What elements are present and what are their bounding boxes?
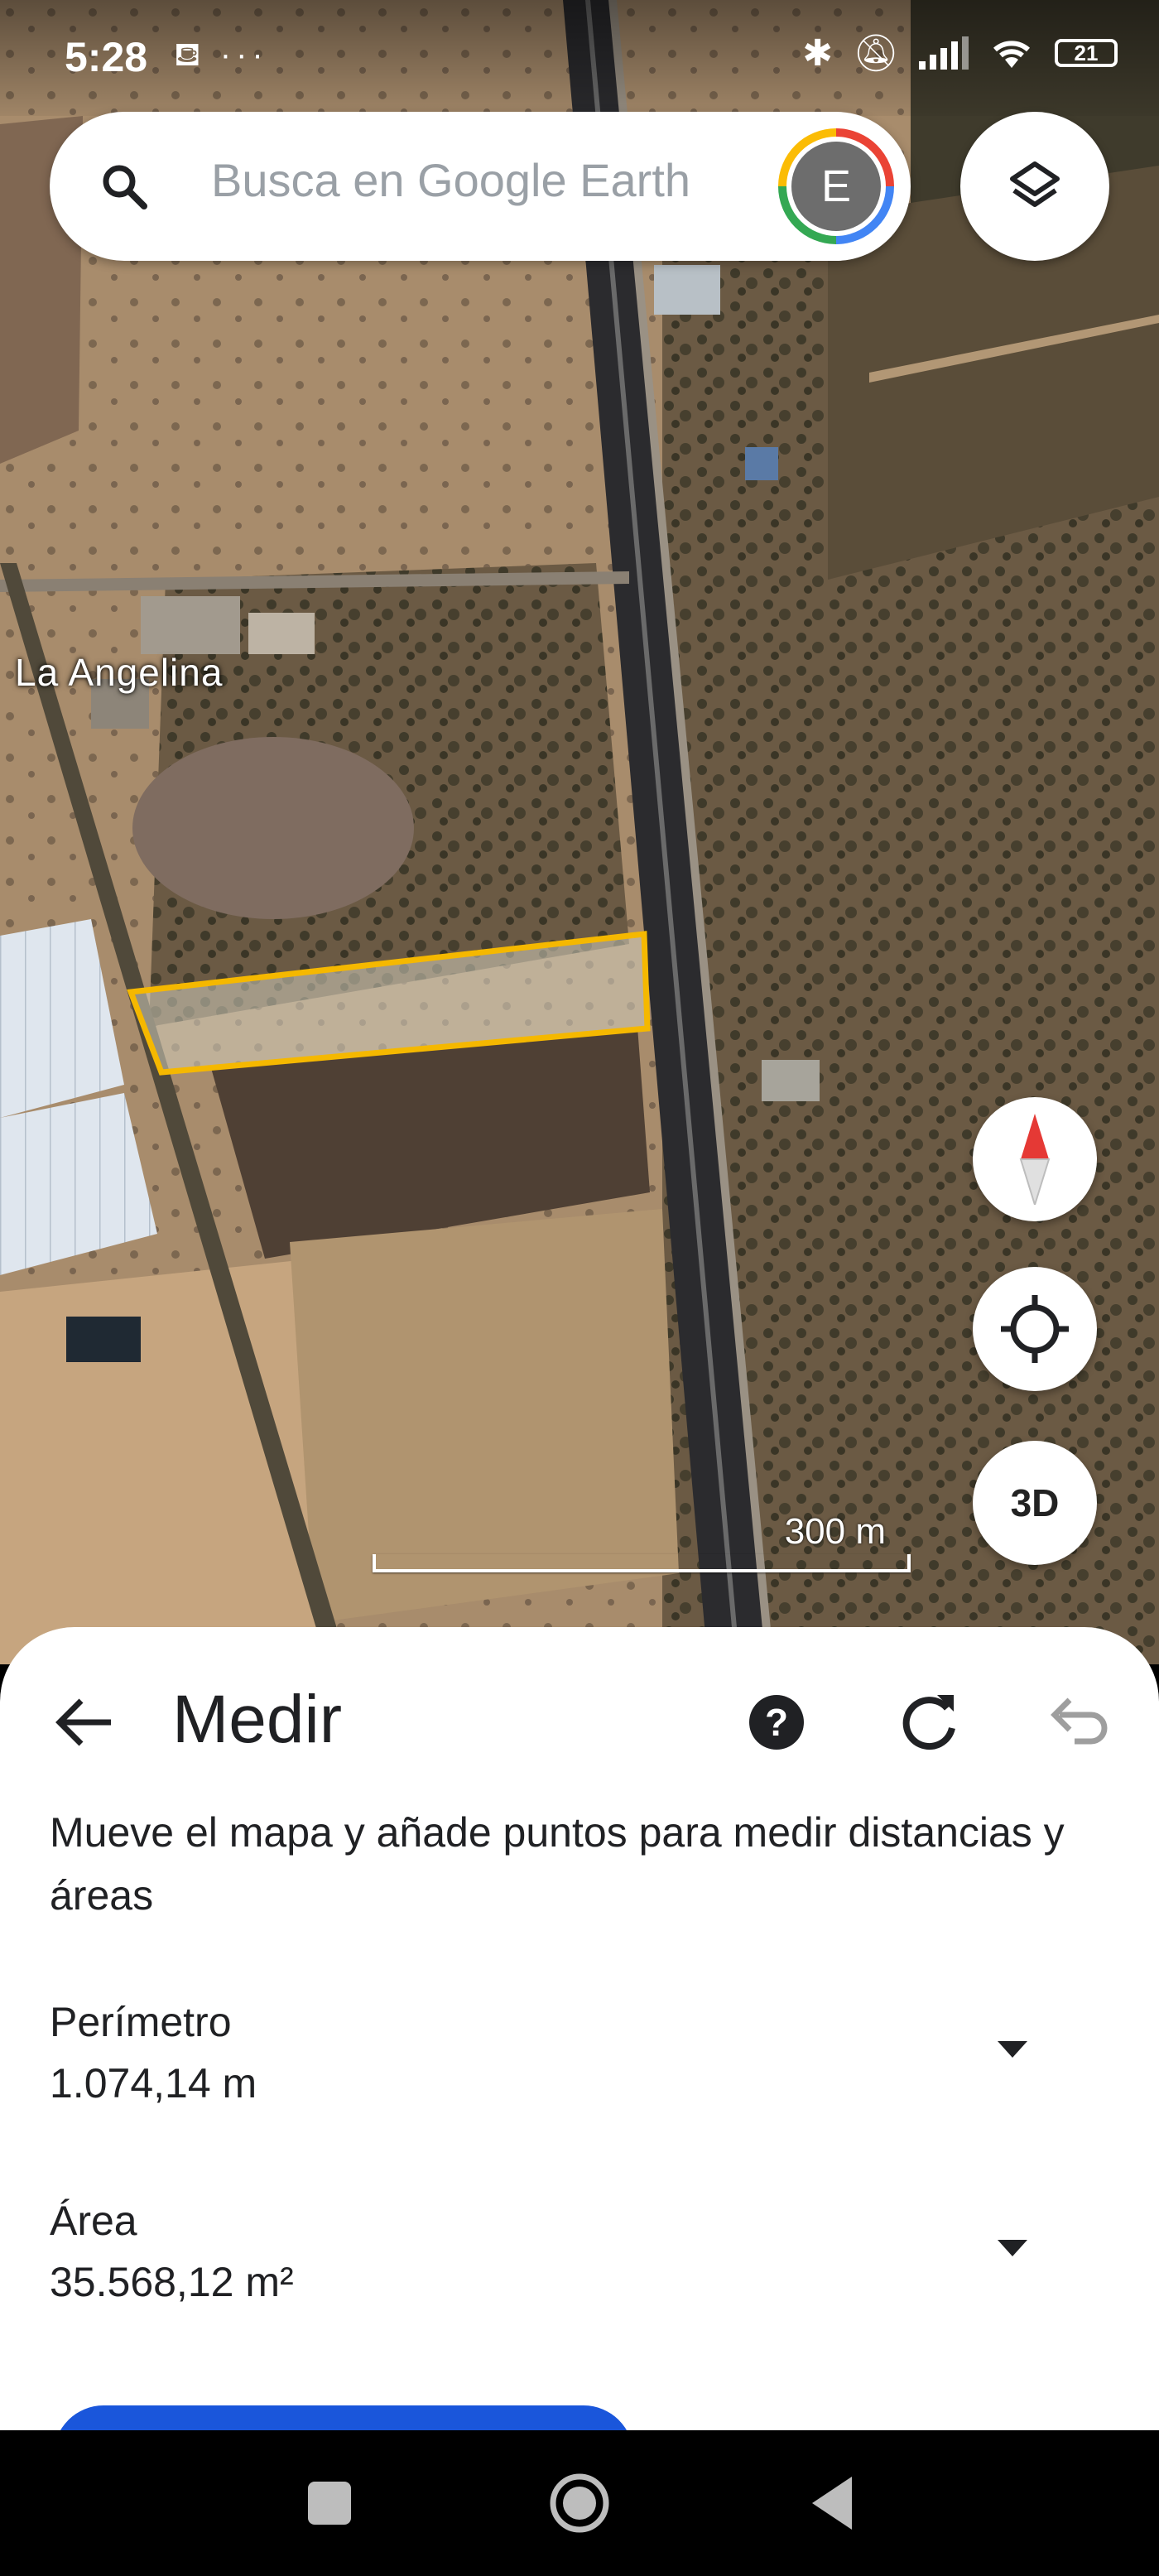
area-dropdown-icon[interactable]	[989, 2225, 1036, 2271]
panel-description: Mueve el mapa y añade puntos para medir …	[50, 1809, 1065, 1919]
measure-panel: Medir ? Mueve el mapa y añade puntos par…	[0, 1627, 1159, 2430]
panel-title: Medir	[172, 1682, 343, 1757]
battery-icon: 21	[1055, 39, 1118, 67]
my-location-button[interactable]	[973, 1267, 1097, 1391]
scale-bar: 300 m	[373, 1511, 911, 1577]
reset-icon[interactable]	[894, 1687, 964, 1756]
place-label: La Angelina	[15, 651, 224, 694]
search-input[interactable]: Busca en Google Earth	[211, 153, 690, 207]
crosshair-icon	[1001, 1295, 1069, 1363]
mute-icon: 🔕︎	[853, 33, 899, 74]
search-bar[interactable]: Busca en Google Earth E	[50, 112, 911, 261]
avatar-initial: E	[791, 142, 881, 231]
help-icon[interactable]: ?	[749, 1695, 804, 1750]
bluetooth-icon: ✱	[802, 32, 834, 74]
layers-icon	[1010, 161, 1060, 207]
perimeter-label: Perímetro	[50, 1999, 232, 2045]
area-value: 35.568,12 m²	[50, 2259, 294, 2305]
scale-label: 300 m	[784, 1511, 886, 1552]
primary-action-button[interactable]	[54, 2405, 633, 2430]
perimeter-value: 1.074,14 m	[50, 2060, 257, 2107]
account-avatar-button[interactable]: E	[778, 128, 894, 244]
signal-icon	[919, 36, 969, 70]
compass-icon	[1019, 1114, 1051, 1205]
status-time: 5:28	[65, 34, 148, 80]
recent-apps-icon[interactable]	[308, 2482, 351, 2525]
perimeter-dropdown-icon[interactable]	[989, 2026, 1036, 2073]
status-bar: 5:28 ⛾ ··· ✱ 🔕︎ 21	[0, 0, 1159, 116]
3d-toggle-button[interactable]: 3D	[973, 1441, 1097, 1565]
wifi-icon	[993, 41, 1030, 68]
satellite-map[interactable]: La Angelina 5:28 ⛾ ··· ✱ 🔕︎ 21 Busca en …	[0, 0, 1159, 1664]
undo-icon[interactable]	[1041, 1687, 1111, 1756]
area-label: Área	[50, 2198, 137, 2244]
back-arrow-icon[interactable]	[51, 1689, 118, 1755]
system-nav-bar	[0, 2430, 1159, 2576]
notification-icons: ⛾ ···	[174, 36, 268, 73]
home-icon[interactable]	[546, 2470, 613, 2536]
search-icon[interactable]	[98, 160, 151, 213]
nav-back-icon[interactable]	[807, 2473, 857, 2533]
compass-button[interactable]	[973, 1097, 1097, 1221]
scale-line	[373, 1554, 911, 1572]
layers-button[interactable]	[960, 112, 1109, 261]
